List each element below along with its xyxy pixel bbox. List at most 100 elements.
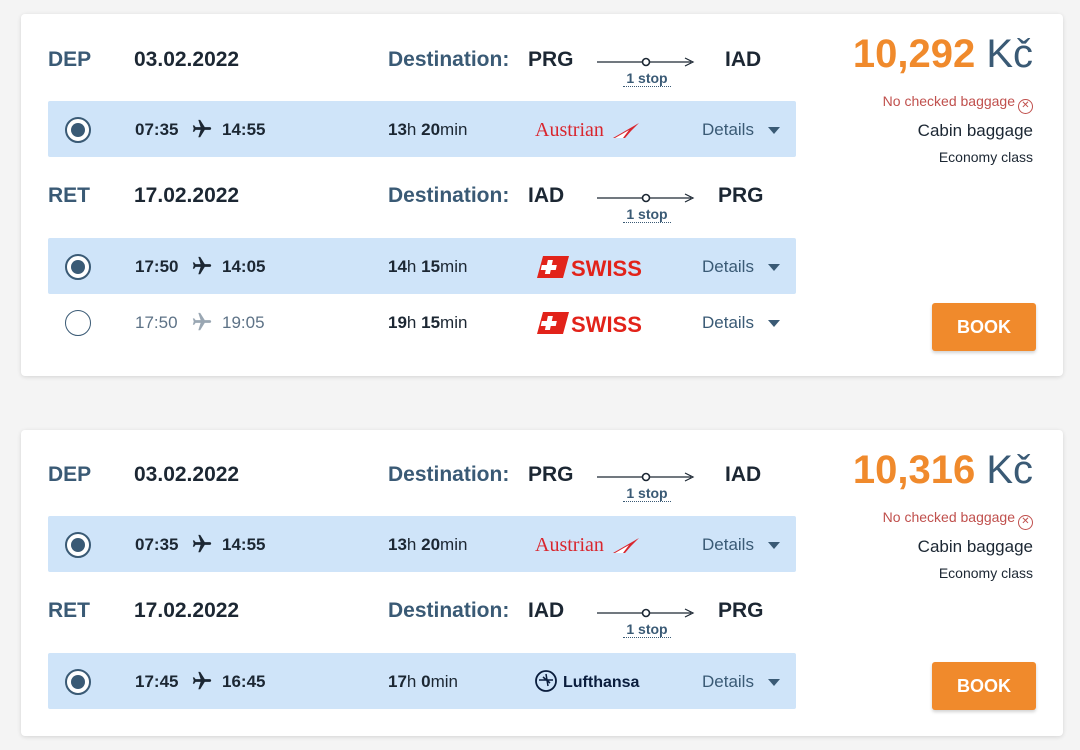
destination-label: Destination: — [388, 184, 510, 207]
departure-time: 17:50 — [135, 257, 179, 276]
radio-unselected[interactable] — [65, 310, 91, 336]
flight-option-row[interactable]: 17:50 14:05 14h 15min SWISS Details — [48, 238, 796, 294]
origin-airport: PRG — [528, 463, 574, 486]
details-toggle[interactable]: Details — [702, 120, 754, 140]
departure-date: 03.02.2022 — [134, 463, 240, 486]
book-button[interactable]: BOOK — [932, 662, 1036, 710]
return-header: RET 17.02.2022 Destination: IAD 1 stop P… — [21, 583, 811, 639]
return-date: 17.02.2022 — [134, 599, 240, 622]
departure-header: DEP 03.02.2022 Destination: PRG 1 stop I… — [21, 447, 811, 503]
svg-text:Lufthansa: Lufthansa — [563, 674, 640, 691]
flight-option-row[interactable]: 07:35 14:55 13h 20min Austrian Details — [48, 101, 796, 157]
arrival-time: 14:55 — [222, 120, 266, 139]
details-toggle[interactable]: Details — [702, 672, 754, 692]
departure-time: 17:45 — [135, 672, 179, 691]
austrian-logo: Austrian — [535, 119, 639, 141]
plane-icon — [192, 534, 212, 553]
flight-duration: 13h 20min — [388, 535, 468, 554]
route-arrow-icon — [597, 608, 695, 618]
stops-link[interactable]: 1 stop — [623, 206, 671, 223]
flight-duration: 17h 0min — [388, 672, 458, 691]
stops-link[interactable]: 1 stop — [623, 485, 671, 502]
departure-label: DEP — [48, 463, 92, 486]
departure-time: 07:35 — [135, 120, 179, 139]
close-circle-icon: ✕ — [1018, 99, 1033, 114]
route-arrow: 1 stop — [595, 471, 699, 502]
return-header: RET 17.02.2022 Destination: IAD 1 stop P… — [21, 168, 811, 224]
destination-label: Destination: — [388, 463, 510, 486]
flight-option-row[interactable]: 07:35 14:55 13h 20min Austrian Details — [48, 516, 796, 572]
stops-link[interactable]: 1 stop — [623, 621, 671, 638]
departure-label: DEP — [48, 48, 92, 71]
svg-text:SWISS: SWISS — [571, 256, 642, 281]
book-button[interactable]: BOOK — [932, 303, 1036, 351]
return-date: 17.02.2022 — [134, 184, 240, 207]
departure-time: 07:35 — [135, 535, 179, 554]
departure-header: DEP 03.02.2022 Destination: PRG 1 stop I… — [21, 32, 811, 88]
radio-selected[interactable] — [65, 532, 91, 558]
route-arrow-icon — [597, 193, 695, 203]
swiss-logo: SWISS — [537, 312, 642, 337]
no-checked-baggage: No checked baggage ✕ — [883, 509, 1033, 530]
route-arrow-icon — [597, 472, 695, 482]
destination-airport: IAD — [725, 48, 762, 71]
cabin-baggage: Cabin baggage — [917, 537, 1033, 556]
flight-option-row[interactable]: 17:50 19:05 19h 15min SWISS Details — [48, 294, 796, 350]
price: 10,292 Kč — [853, 32, 1033, 77]
flight-duration: 19h 15min — [388, 313, 468, 332]
plane-icon — [192, 119, 212, 138]
price-amount: 10,292 — [852, 32, 976, 76]
return-label: RET — [48, 599, 90, 622]
svg-text:Austrian: Austrian — [535, 534, 604, 556]
cabin-baggage: Cabin baggage — [917, 121, 1033, 140]
svg-text:SWISS: SWISS — [571, 312, 642, 337]
destination-label: Destination: — [388, 599, 510, 622]
flight-duration: 13h 20min — [388, 120, 468, 139]
chevron-down-icon[interactable] — [768, 264, 780, 271]
chevron-down-icon[interactable] — [768, 679, 780, 686]
details-toggle[interactable]: Details — [702, 313, 754, 333]
flight-offer-card: DEP 03.02.2022 Destination: PRG 1 stop I… — [21, 430, 1063, 736]
fare-class: Economy class — [938, 149, 1033, 165]
details-toggle[interactable]: Details — [702, 535, 754, 555]
close-circle-icon: ✕ — [1018, 515, 1033, 530]
flight-option-row[interactable]: 17:45 16:45 17h 0min Lufthansa Details — [48, 653, 796, 709]
chevron-down-icon[interactable] — [768, 127, 780, 134]
flight-offer-card: DEP 03.02.2022 Destination: PRG 1 stop I… — [21, 14, 1063, 376]
details-toggle[interactable]: Details — [702, 257, 754, 277]
origin-airport: IAD — [528, 184, 565, 207]
price-currency: Kč — [986, 448, 1033, 492]
chevron-down-icon[interactable] — [768, 542, 780, 549]
plane-icon — [192, 671, 212, 690]
price: 10,316 Kč — [853, 448, 1033, 493]
destination-airport: PRG — [718, 599, 764, 622]
arrival-time: 16:45 — [222, 672, 266, 691]
departure-time: 17:50 — [135, 313, 178, 332]
radio-selected[interactable] — [65, 254, 91, 280]
arrival-time: 14:55 — [222, 535, 266, 554]
price-currency: Kč — [986, 32, 1033, 76]
plane-icon — [192, 312, 212, 331]
return-label: RET — [48, 184, 90, 207]
no-checked-baggage: No checked baggage ✕ — [883, 93, 1033, 114]
radio-selected[interactable] — [65, 669, 91, 695]
destination-airport: IAD — [725, 463, 762, 486]
lufthansa-logo: Lufthansa — [535, 670, 640, 692]
price-amount: 10,316 — [852, 448, 976, 492]
fare-class: Economy class — [938, 565, 1033, 581]
route-arrow: 1 stop — [595, 56, 699, 87]
origin-airport: PRG — [528, 48, 574, 71]
route-arrow: 1 stop — [595, 192, 699, 223]
arrival-time: 14:05 — [222, 257, 266, 276]
chevron-down-icon[interactable] — [768, 320, 780, 327]
route-arrow: 1 stop — [595, 607, 699, 638]
destination-label: Destination: — [388, 48, 510, 71]
radio-selected[interactable] — [65, 117, 91, 143]
austrian-logo: Austrian — [535, 534, 639, 556]
origin-airport: IAD — [528, 599, 565, 622]
destination-airport: PRG — [718, 184, 764, 207]
stops-link[interactable]: 1 stop — [623, 70, 671, 87]
arrival-time: 19:05 — [222, 313, 265, 332]
swiss-logo: SWISS — [537, 256, 642, 281]
departure-date: 03.02.2022 — [134, 48, 240, 71]
